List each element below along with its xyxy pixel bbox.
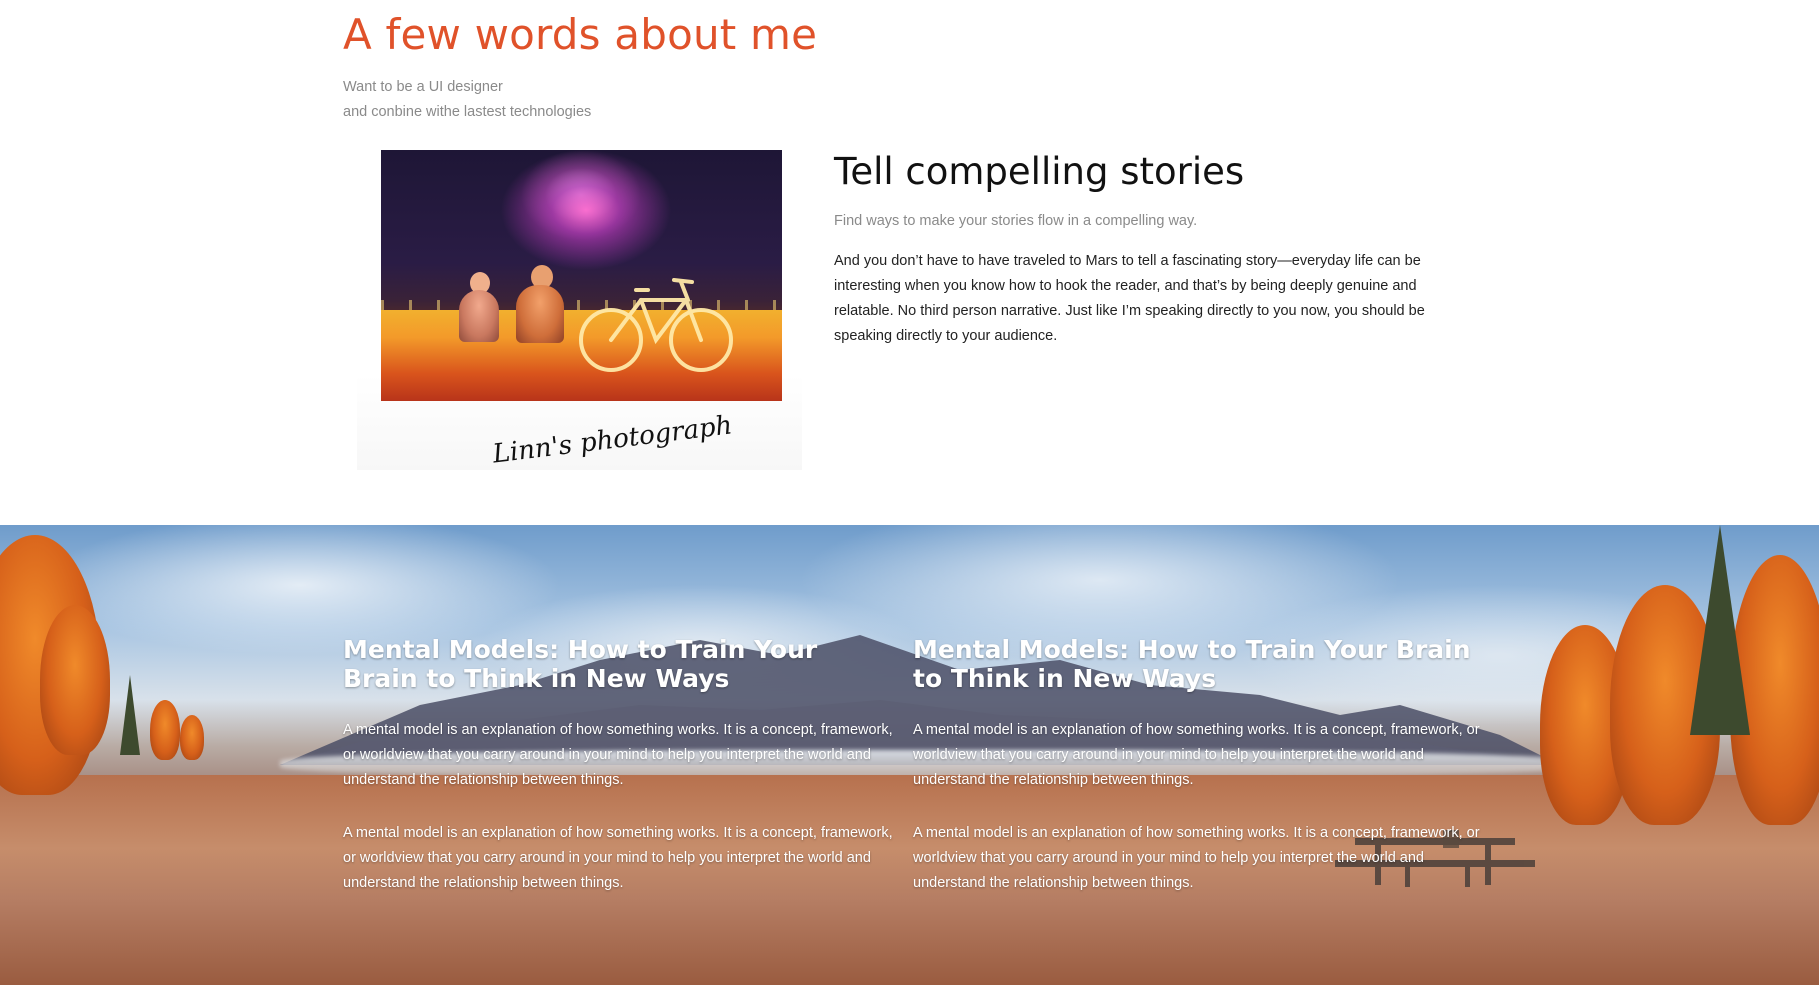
article-title: Mental Models: How to Train Your Brain t…: [913, 635, 1471, 693]
photo-card: Linn's photograph: [357, 150, 802, 470]
story-subtitle: Find ways to make your stories flow in a…: [834, 213, 1198, 229]
photo-person: [459, 290, 499, 342]
story-block: Tell compelling stories Find ways to mak…: [834, 150, 1474, 349]
story-body: And you don’t have to have traveled to M…: [834, 253, 1425, 344]
bicycle-icon: [579, 278, 733, 372]
landscape-banner: Mental Models: How to Train Your Brain t…: [0, 525, 1819, 985]
autumn-tree: [40, 605, 110, 755]
page: A few words about me Want to be a UI des…: [0, 0, 1819, 985]
article-paragraph: A mental model is an explanation of how …: [343, 722, 893, 788]
article-title: Mental Models: How to Train Your Brain t…: [343, 635, 818, 693]
article-card: Mental Models: How to Train Your Brain t…: [913, 635, 1483, 896]
photo-signature: Linn's photograph: [491, 410, 734, 470]
autumn-tree: [150, 700, 180, 760]
about-title: A few words about me: [343, 10, 818, 59]
fireworks-photo: [381, 150, 782, 401]
about-subtitle: Want to be a UI designer and conbine wit…: [343, 75, 591, 125]
about-section: A few words about me Want to be a UI des…: [0, 0, 1819, 525]
autumn-tree: [180, 715, 204, 760]
about-subtitle-line: Want to be a UI designer: [343, 79, 503, 95]
story-title: Tell compelling stories: [834, 150, 1245, 193]
article-paragraph: A mental model is an explanation of how …: [343, 825, 893, 891]
banner-ground: [0, 775, 1819, 985]
about-subtitle-line: and conbine withe lastest technologies: [343, 104, 592, 120]
photo-person: [516, 285, 564, 343]
article-paragraph: A mental model is an explanation of how …: [913, 722, 1480, 788]
article-paragraph: A mental model is an explanation of how …: [913, 825, 1480, 891]
article-card: Mental Models: How to Train Your Brain t…: [343, 635, 898, 896]
